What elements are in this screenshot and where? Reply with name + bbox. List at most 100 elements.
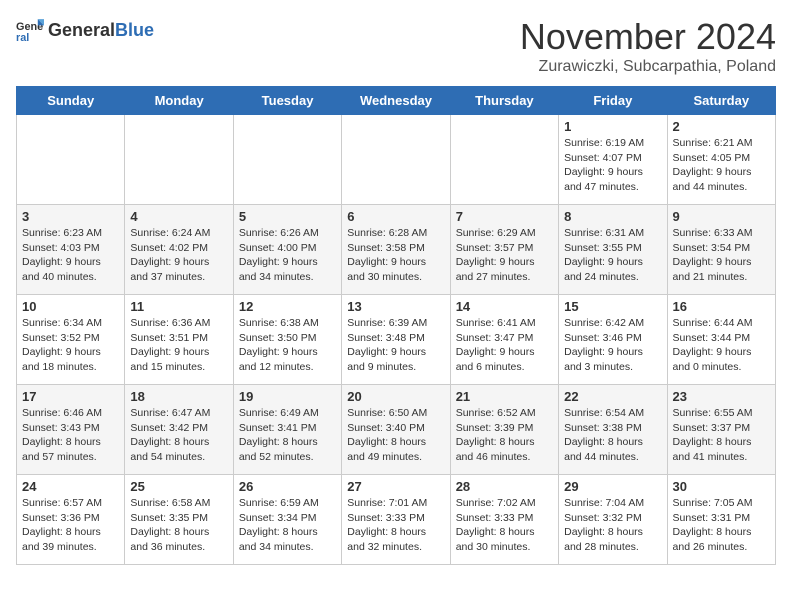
day-info: Sunrise: 6:31 AM Sunset: 3:55 PM Dayligh…	[564, 226, 661, 285]
day-number: 11	[130, 299, 227, 314]
calendar-cell: 18 Sunrise: 6:47 AM Sunset: 3:42 PM Dayli…	[125, 385, 233, 475]
day-number: 4	[130, 209, 227, 224]
day-header-tuesday: Tuesday	[233, 87, 341, 115]
day-number: 23	[673, 389, 770, 404]
calendar-cell	[450, 115, 558, 205]
day-info: Sunrise: 6:47 AM Sunset: 3:42 PM Dayligh…	[130, 406, 227, 465]
day-number: 6	[347, 209, 444, 224]
calendar-cell: 14 Sunrise: 6:41 AM Sunset: 3:47 PM Dayli…	[450, 295, 558, 385]
day-header-wednesday: Wednesday	[342, 87, 450, 115]
calendar-cell: 19 Sunrise: 6:49 AM Sunset: 3:41 PM Dayli…	[233, 385, 341, 475]
calendar-cell	[17, 115, 125, 205]
day-number: 12	[239, 299, 336, 314]
day-number: 20	[347, 389, 444, 404]
day-info: Sunrise: 6:55 AM Sunset: 3:37 PM Dayligh…	[673, 406, 770, 465]
title-block: November 2024 Zurawiczki, Subcarpathia, …	[520, 16, 776, 76]
calendar-cell: 29 Sunrise: 7:04 AM Sunset: 3:32 PM Dayli…	[559, 475, 667, 565]
day-info: Sunrise: 7:05 AM Sunset: 3:31 PM Dayligh…	[673, 496, 770, 555]
day-header-friday: Friday	[559, 87, 667, 115]
day-info: Sunrise: 6:52 AM Sunset: 3:39 PM Dayligh…	[456, 406, 553, 465]
logo: Gene ral GeneralBlue	[16, 16, 154, 44]
day-info: Sunrise: 6:46 AM Sunset: 3:43 PM Dayligh…	[22, 406, 119, 465]
day-number: 21	[456, 389, 553, 404]
day-header-thursday: Thursday	[450, 87, 558, 115]
day-number: 14	[456, 299, 553, 314]
day-header-saturday: Saturday	[667, 87, 775, 115]
day-info: Sunrise: 6:57 AM Sunset: 3:36 PM Dayligh…	[22, 496, 119, 555]
calendar-cell: 12 Sunrise: 6:38 AM Sunset: 3:50 PM Dayli…	[233, 295, 341, 385]
week-row-4: 17Sunrise: 6:46 AM Sunset: 3:43 PM Dayli…	[17, 385, 776, 475]
day-number: 3	[22, 209, 119, 224]
calendar-header-row: SundayMondayTuesdayWednesdayThursdayFrid…	[17, 87, 776, 115]
calendar-cell	[342, 115, 450, 205]
logo-blue: Blue	[115, 20, 154, 41]
month-title: November 2024	[520, 16, 776, 58]
calendar-cell: 5 Sunrise: 6:26 AM Sunset: 4:00 PM Daylig…	[233, 205, 341, 295]
day-info: Sunrise: 6:44 AM Sunset: 3:44 PM Dayligh…	[673, 316, 770, 375]
logo-general: General	[48, 20, 115, 41]
day-number: 9	[673, 209, 770, 224]
calendar-cell: 1Sunrise: 6:19 AM Sunset: 4:07 PM Daylig…	[559, 115, 667, 205]
calendar-cell: 20 Sunrise: 6:50 AM Sunset: 3:40 PM Dayli…	[342, 385, 450, 475]
calendar-cell: 28 Sunrise: 7:02 AM Sunset: 3:33 PM Dayli…	[450, 475, 558, 565]
location-subtitle: Zurawiczki, Subcarpathia, Poland	[520, 58, 776, 76]
day-number: 13	[347, 299, 444, 314]
day-number: 24	[22, 479, 119, 494]
day-info: Sunrise: 6:38 AM Sunset: 3:50 PM Dayligh…	[239, 316, 336, 375]
day-info: Sunrise: 6:41 AM Sunset: 3:47 PM Dayligh…	[456, 316, 553, 375]
day-info: Sunrise: 6:23 AM Sunset: 4:03 PM Dayligh…	[22, 226, 119, 285]
calendar-cell: 22Sunrise: 6:54 AM Sunset: 3:38 PM Dayli…	[559, 385, 667, 475]
calendar-cell: 11 Sunrise: 6:36 AM Sunset: 3:51 PM Dayli…	[125, 295, 233, 385]
calendar-cell: 8 Sunrise: 6:31 AM Sunset: 3:55 PM Daylig…	[559, 205, 667, 295]
calendar-cell: 16 Sunrise: 6:44 AM Sunset: 3:44 PM Dayli…	[667, 295, 775, 385]
calendar-cell: 30 Sunrise: 7:05 AM Sunset: 3:31 PM Dayli…	[667, 475, 775, 565]
day-number: 26	[239, 479, 336, 494]
day-number: 27	[347, 479, 444, 494]
page-header: Gene ral GeneralBlue November 2024 Zuraw…	[16, 16, 776, 76]
day-number: 1	[564, 119, 661, 134]
week-row-3: 10Sunrise: 6:34 AM Sunset: 3:52 PM Dayli…	[17, 295, 776, 385]
day-info: Sunrise: 6:28 AM Sunset: 3:58 PM Dayligh…	[347, 226, 444, 285]
week-row-1: 1Sunrise: 6:19 AM Sunset: 4:07 PM Daylig…	[17, 115, 776, 205]
day-info: Sunrise: 6:59 AM Sunset: 3:34 PM Dayligh…	[239, 496, 336, 555]
calendar-cell: 9Sunrise: 6:33 AM Sunset: 3:54 PM Daylig…	[667, 205, 775, 295]
day-info: Sunrise: 6:26 AM Sunset: 4:00 PM Dayligh…	[239, 226, 336, 285]
day-info: Sunrise: 6:21 AM Sunset: 4:05 PM Dayligh…	[673, 136, 770, 195]
day-number: 8	[564, 209, 661, 224]
week-row-5: 24 Sunrise: 6:57 AM Sunset: 3:36 PM Dayli…	[17, 475, 776, 565]
day-info: Sunrise: 6:54 AM Sunset: 3:38 PM Dayligh…	[564, 406, 661, 465]
day-number: 2	[673, 119, 770, 134]
day-info: Sunrise: 6:42 AM Sunset: 3:46 PM Dayligh…	[564, 316, 661, 375]
day-number: 10	[22, 299, 119, 314]
day-number: 29	[564, 479, 661, 494]
day-info: Sunrise: 6:29 AM Sunset: 3:57 PM Dayligh…	[456, 226, 553, 285]
day-info: Sunrise: 6:39 AM Sunset: 3:48 PM Dayligh…	[347, 316, 444, 375]
day-number: 18	[130, 389, 227, 404]
calendar-cell: 21 Sunrise: 6:52 AM Sunset: 3:39 PM Dayli…	[450, 385, 558, 475]
calendar-cell: 4Sunrise: 6:24 AM Sunset: 4:02 PM Daylig…	[125, 205, 233, 295]
day-info: Sunrise: 6:36 AM Sunset: 3:51 PM Dayligh…	[130, 316, 227, 375]
calendar-cell: 3 Sunrise: 6:23 AM Sunset: 4:03 PM Daylig…	[17, 205, 125, 295]
calendar-cell: 25Sunrise: 6:58 AM Sunset: 3:35 PM Dayli…	[125, 475, 233, 565]
day-info: Sunrise: 6:50 AM Sunset: 3:40 PM Dayligh…	[347, 406, 444, 465]
day-header-monday: Monday	[125, 87, 233, 115]
calendar-cell	[125, 115, 233, 205]
calendar-cell: 17Sunrise: 6:46 AM Sunset: 3:43 PM Dayli…	[17, 385, 125, 475]
day-info: Sunrise: 7:01 AM Sunset: 3:33 PM Dayligh…	[347, 496, 444, 555]
day-number: 15	[564, 299, 661, 314]
day-number: 28	[456, 479, 553, 494]
day-number: 5	[239, 209, 336, 224]
day-number: 16	[673, 299, 770, 314]
day-info: Sunrise: 7:02 AM Sunset: 3:33 PM Dayligh…	[456, 496, 553, 555]
day-info: Sunrise: 7:04 AM Sunset: 3:32 PM Dayligh…	[564, 496, 661, 555]
calendar-cell: 26 Sunrise: 6:59 AM Sunset: 3:34 PM Dayli…	[233, 475, 341, 565]
day-header-sunday: Sunday	[17, 87, 125, 115]
day-info: Sunrise: 6:49 AM Sunset: 3:41 PM Dayligh…	[239, 406, 336, 465]
day-number: 19	[239, 389, 336, 404]
calendar-cell: 6 Sunrise: 6:28 AM Sunset: 3:58 PM Daylig…	[342, 205, 450, 295]
calendar-cell: 23 Sunrise: 6:55 AM Sunset: 3:37 PM Dayli…	[667, 385, 775, 475]
day-number: 30	[673, 479, 770, 494]
calendar-cell: 24 Sunrise: 6:57 AM Sunset: 3:36 PM Dayli…	[17, 475, 125, 565]
svg-text:ral: ral	[16, 32, 29, 44]
calendar-cell	[233, 115, 341, 205]
